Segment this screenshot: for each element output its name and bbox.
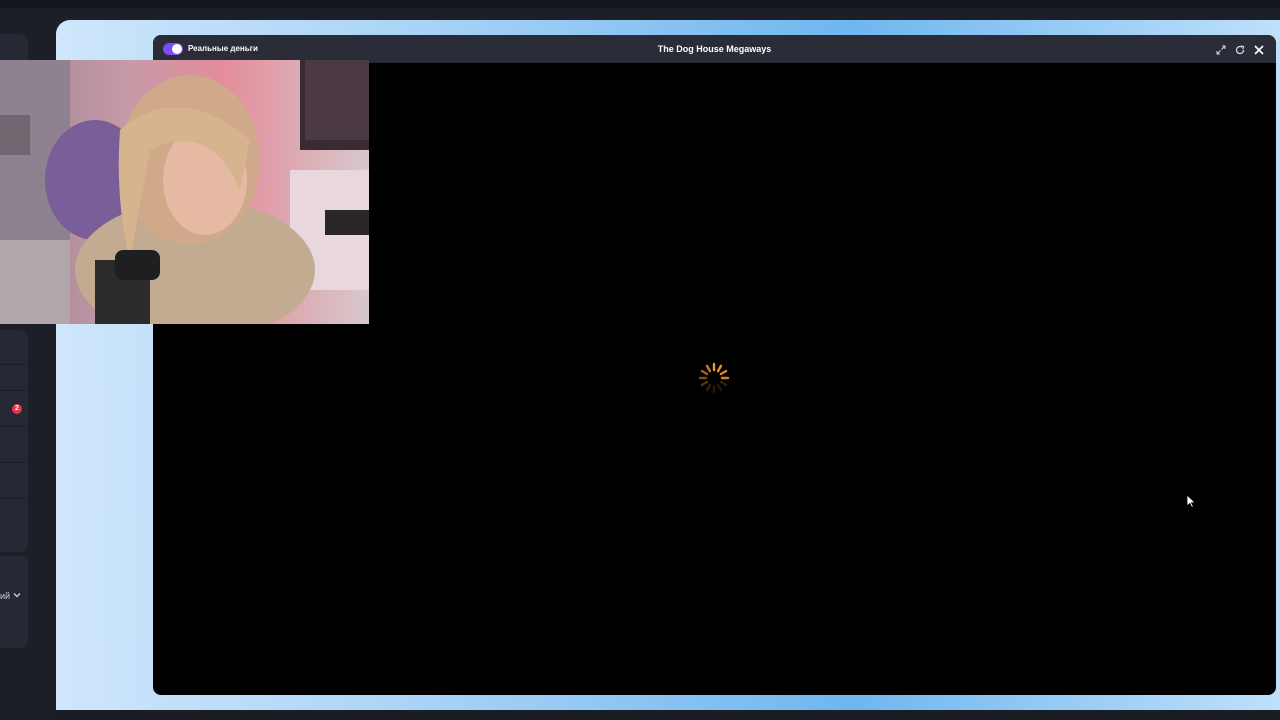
chevron-down-icon[interactable] xyxy=(12,590,22,600)
sidebar-panel-language[interactable] xyxy=(0,556,28,648)
language-selector-label[interactable]: ий xyxy=(0,591,10,601)
reload-icon xyxy=(1235,45,1245,55)
game-modal-header: Реальные деньги The Dog House Megaways xyxy=(153,35,1276,63)
close-icon xyxy=(1254,45,1264,55)
webcam-overlay xyxy=(0,60,369,324)
expand-icon xyxy=(1216,45,1226,55)
reload-button[interactable] xyxy=(1234,43,1246,55)
webcam-image xyxy=(0,60,369,324)
sidebar-panel-menu xyxy=(0,330,28,552)
game-title: The Dog House Megaways xyxy=(657,44,772,54)
notification-badge: 2 xyxy=(12,404,22,414)
loading-spinner-icon xyxy=(698,362,730,394)
mouse-cursor-icon xyxy=(1186,494,1196,508)
close-button[interactable] xyxy=(1253,43,1265,55)
bottom-bar xyxy=(56,710,1280,720)
browser-top-bar xyxy=(0,0,1280,8)
expand-button[interactable] xyxy=(1215,43,1227,55)
